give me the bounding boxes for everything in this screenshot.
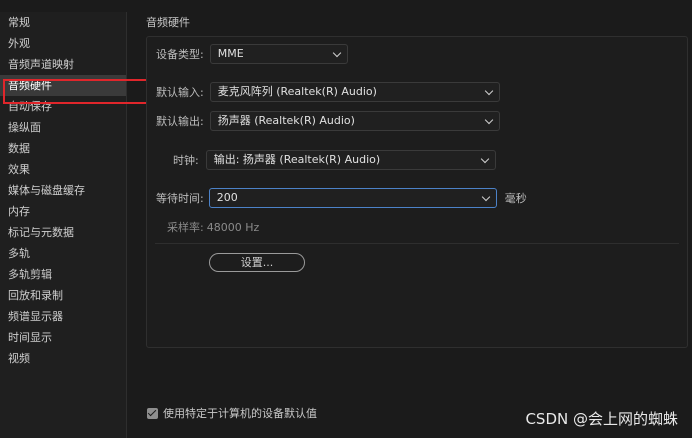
sidebar-item-markers-metadata[interactable]: 标记与元数据 bbox=[0, 222, 126, 243]
clock-row: 时钟: 输出: 扬声器 (Realtek(R) Audio) bbox=[173, 150, 496, 170]
default-output-select[interactable]: 扬声器 (Realtek(R) Audio) bbox=[209, 111, 500, 131]
sidebar-item-memory[interactable]: 内存 bbox=[0, 201, 126, 222]
latency-select[interactable]: 200 bbox=[208, 188, 497, 208]
default-output-value: 扬声器 (Realtek(R) Audio) bbox=[217, 114, 355, 127]
settings-button[interactable]: 设置... bbox=[209, 253, 305, 272]
latency-row: 等待时间: 200 毫秒 bbox=[156, 188, 527, 208]
sidebar-item-audio-channel-mapping[interactable]: 音频声道映射 bbox=[0, 54, 126, 75]
sample-rate-value: 48000 Hz bbox=[206, 220, 260, 234]
device-type-value: MME bbox=[217, 47, 244, 60]
section-title: 音频硬件 bbox=[146, 16, 190, 29]
sidebar-item-data[interactable]: 数据 bbox=[0, 138, 126, 159]
chevron-down-icon bbox=[484, 86, 493, 96]
chevron-down-icon bbox=[484, 115, 493, 125]
latency-value: 200 bbox=[216, 191, 238, 204]
default-input-select[interactable]: 麦克风阵列 (Realtek(R) Audio) bbox=[209, 82, 500, 102]
default-input-label: 默认输入: bbox=[156, 86, 204, 99]
clock-label: 时钟: bbox=[173, 154, 199, 167]
sidebar-item-multitrack[interactable]: 多轨 bbox=[0, 243, 126, 264]
latency-unit: 毫秒 bbox=[504, 192, 527, 205]
use-defaults-row[interactable]: 使用特定于计算机的设备默认值 bbox=[147, 405, 317, 421]
default-input-value: 麦克风阵列 (Realtek(R) Audio) bbox=[217, 85, 377, 98]
sidebar-item-time-display[interactable]: 时间显示 bbox=[0, 327, 126, 348]
sample-rate-label: 采样率: bbox=[167, 221, 204, 234]
sample-rate-row: 采样率: 48000 Hz bbox=[167, 219, 259, 235]
latency-label: 等待时间: bbox=[156, 192, 204, 205]
sidebar-item-spectral-display[interactable]: 频谱显示器 bbox=[0, 306, 126, 327]
checkbox-checked-icon[interactable] bbox=[147, 407, 158, 419]
divider bbox=[155, 243, 679, 244]
use-defaults-label: 使用特定于计算机的设备默认值 bbox=[163, 407, 317, 420]
clock-select[interactable]: 输出: 扬声器 (Realtek(R) Audio) bbox=[205, 150, 496, 170]
device-type-row: 设备类型: MME bbox=[156, 44, 348, 64]
sidebar-item-general[interactable]: 常规 bbox=[0, 12, 126, 33]
default-input-row: 默认输入: 麦克风阵列 (Realtek(R) Audio) bbox=[156, 82, 500, 102]
preferences-sidebar: 常规 外观 音频声道映射 音频硬件 自动保存 操纵面 数据 效果 媒体与磁盘缓存… bbox=[0, 12, 127, 438]
chevron-down-icon bbox=[481, 192, 490, 202]
chevron-down-icon bbox=[332, 48, 341, 58]
sidebar-item-appearance[interactable]: 外观 bbox=[0, 33, 126, 54]
default-output-row: 默认输出: 扬声器 (Realtek(R) Audio) bbox=[156, 111, 500, 131]
sidebar-item-auto-save[interactable]: 自动保存 bbox=[0, 96, 126, 117]
device-type-select[interactable]: MME bbox=[209, 44, 348, 64]
chevron-down-icon bbox=[480, 154, 489, 164]
device-type-label: 设备类型: bbox=[156, 48, 204, 61]
sidebar-item-video[interactable]: 视频 bbox=[0, 348, 126, 369]
sidebar-item-multitrack-clips[interactable]: 多轨剪辑 bbox=[0, 264, 126, 285]
sidebar-item-control-surface[interactable]: 操纵面 bbox=[0, 117, 126, 138]
default-output-label: 默认输出: bbox=[156, 115, 204, 128]
sidebar-item-media-disk-cache[interactable]: 媒体与磁盘缓存 bbox=[0, 180, 126, 201]
clock-value: 输出: 扬声器 (Realtek(R) Audio) bbox=[213, 153, 381, 166]
watermark: CSDN @会上网的蜘蛛 bbox=[525, 410, 678, 428]
sidebar-item-playback-recording[interactable]: 回放和录制 bbox=[0, 285, 126, 306]
sidebar-item-audio-hardware[interactable]: 音频硬件 bbox=[0, 75, 126, 96]
sidebar-item-effects[interactable]: 效果 bbox=[0, 159, 126, 180]
